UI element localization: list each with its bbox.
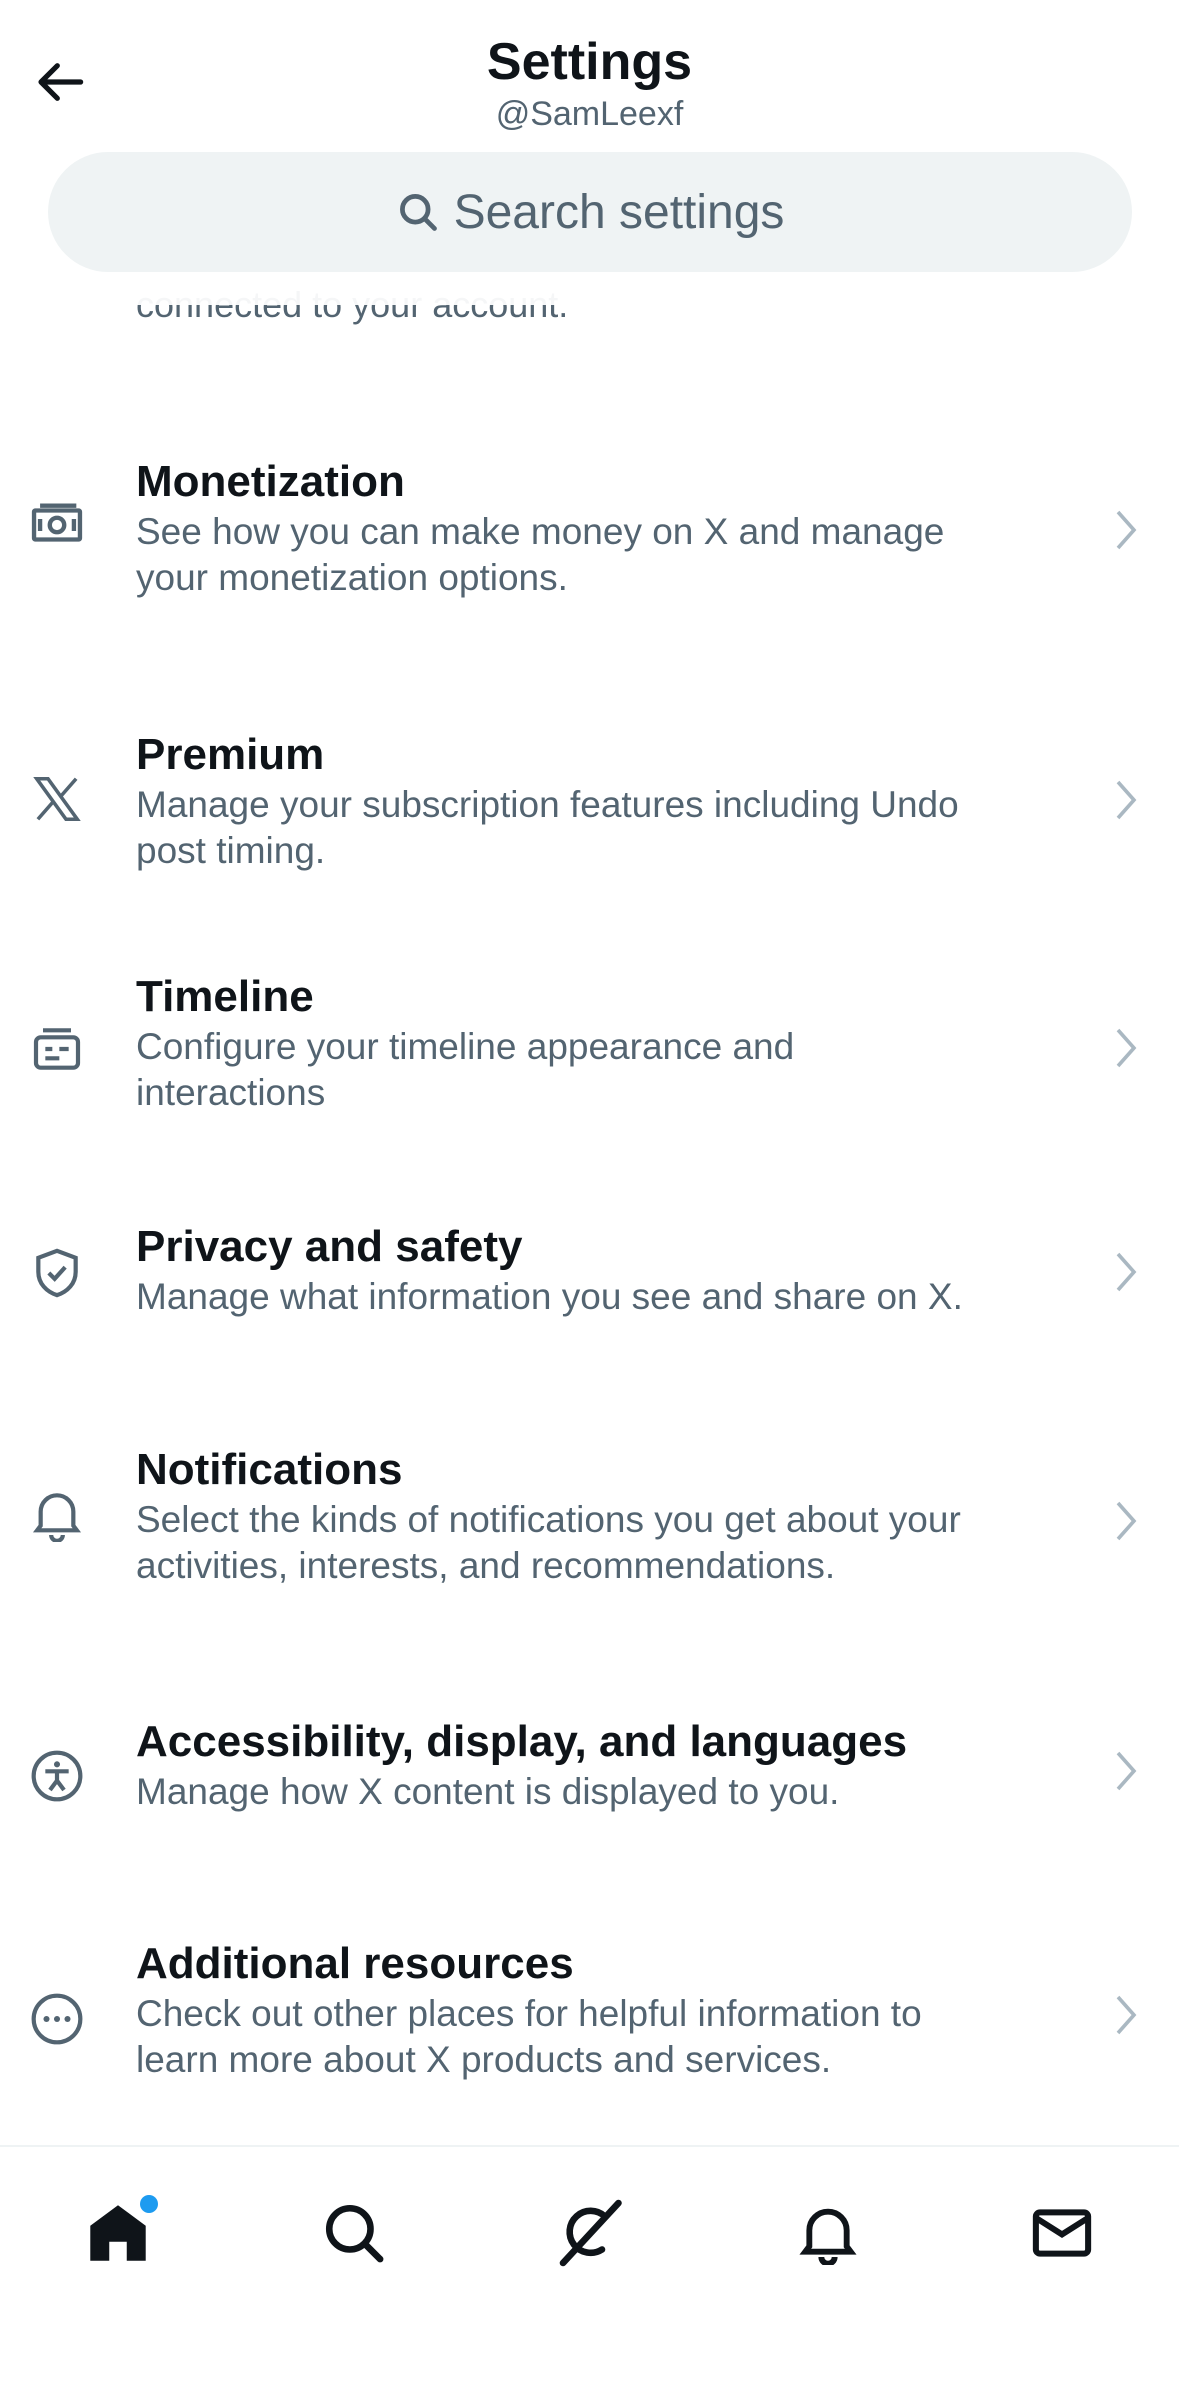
settings-item-description: Check out other places for helpful infor… [136, 1993, 922, 2080]
search-icon [325, 2204, 384, 2263]
chevron-right-icon [1108, 1497, 1144, 1545]
search-icon [399, 194, 437, 231]
x-logo-icon [28, 770, 86, 828]
settings-item-privacy-and-safety[interactable]: Privacy and safety Manage what informati… [0, 1220, 1179, 1350]
chevron-right-icon [1108, 1747, 1144, 1795]
shield-check-icon [28, 1244, 86, 1302]
settings-item-description: Manage how X content is displayed to you… [136, 1771, 840, 1812]
search-settings-input[interactable]: Search settings [48, 152, 1132, 272]
nav-search-button[interactable] [304, 2183, 404, 2283]
page-title: Settings [486, 33, 693, 91]
search-placeholder: Search settings [453, 185, 785, 239]
settings-item-description: Configure your timeline appearance and i… [136, 1026, 795, 1113]
header: Settings @SamLeexf Search settings [0, 0, 1179, 305]
chevron-right-icon [1108, 1024, 1144, 1072]
nav-grok-button[interactable] [540, 2183, 640, 2283]
chevron-right-icon [1108, 506, 1144, 554]
settings-list: connected to your account. Monetization … [0, 0, 1179, 2145]
chevron-right-icon [1108, 1991, 1144, 2039]
settings-item-title: Monetization [136, 457, 405, 506]
settings-item-additional-resources[interactable]: Additional resources Check out other pla… [0, 1937, 1179, 2117]
bell-icon [28, 1485, 86, 1543]
settings-item-title: Notifications [136, 1445, 403, 1494]
bell-icon [799, 2208, 857, 2265]
settings-item-description: Manage what information you see and shar… [136, 1276, 963, 1317]
settings-item-premium[interactable]: Premium Manage your subscription feature… [0, 720, 1179, 900]
account-handle: @SamLeexf [495, 95, 684, 133]
chevron-right-icon [1108, 776, 1144, 824]
title-block: Settings @SamLeexf [0, 30, 1179, 134]
settings-item-monetization[interactable]: Monetization See how you can make money … [0, 440, 1179, 620]
settings-item-description: Manage your subscription features includ… [136, 784, 959, 871]
grok-icon [559, 2199, 622, 2267]
nav-messages-button[interactable] [1012, 2183, 1112, 2283]
accessibility-icon [28, 1747, 86, 1805]
money-icon [28, 496, 86, 554]
settings-item-timeline[interactable]: Timeline Configure your timeline appeara… [0, 970, 1179, 1140]
nav-home-button[interactable] [68, 2183, 168, 2283]
chevron-right-icon [1108, 1248, 1144, 1296]
settings-item-title: Premium [136, 730, 325, 779]
settings-item-description: Select the kinds of notifications you ge… [136, 1499, 961, 1586]
settings-item-title: Accessibility, display, and languages [136, 1717, 908, 1766]
settings-item-title: Timeline [136, 972, 314, 1021]
bottom-nav [0, 2145, 1179, 2398]
more-circle-icon [28, 1990, 86, 2048]
settings-item-notifications[interactable]: Notifications Select the kinds of notifi… [0, 1443, 1179, 1623]
notification-dot [140, 2195, 158, 2213]
mail-icon [1032, 2209, 1092, 2257]
nav-notifications-button[interactable] [778, 2183, 878, 2283]
settings-item-accessibility-display-languages[interactable]: Accessibility, display, and languages Ma… [0, 1715, 1179, 1845]
settings-item-title: Additional resources [136, 1939, 574, 1988]
settings-item-description: See how you can make money on X and mana… [136, 511, 945, 598]
timeline-icon [28, 1020, 86, 1078]
settings-item-title: Privacy and safety [136, 1222, 523, 1271]
